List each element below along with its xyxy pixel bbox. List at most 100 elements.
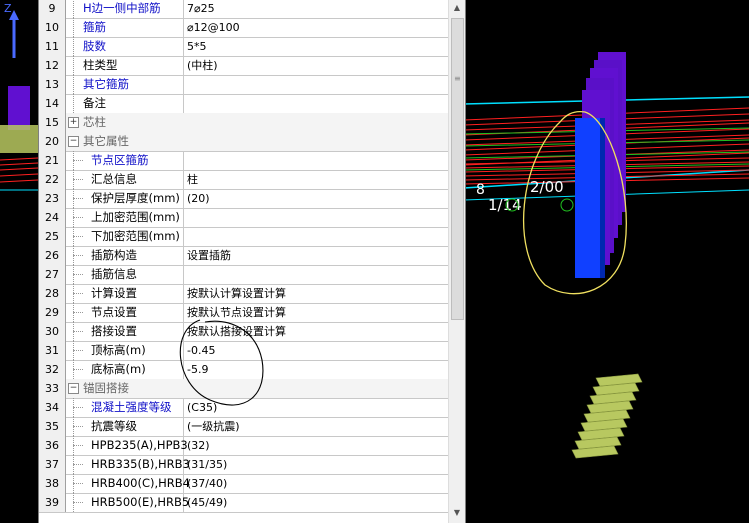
row-number: 15 [39,113,66,132]
property-row[interactable]: 35 抗震等级 (一级抗震) [39,417,449,437]
property-name-cell[interactable]: 混凝土强度等级 [65,398,184,417]
scroll-up-button[interactable]: ▲ [450,0,464,16]
row-number: 14 [39,94,66,113]
property-row[interactable]: 33− 锚固搭接 [39,379,449,399]
property-row[interactable]: 11 肢数 5*5 [39,37,449,57]
property-value[interactable]: 按默认计算设置计算 [187,284,286,303]
property-name-cell[interactable]: + 芯柱 [65,113,183,132]
property-row[interactable]: 34 混凝土强度等级 (C35) [39,398,449,418]
property-name-cell[interactable]: 肢数 [65,37,184,56]
property-row[interactable]: 10 箍筋 ⌀12@100 [39,18,449,38]
row-number: 13 [39,75,66,94]
property-row[interactable]: 30 搭接设置 按默认搭接设置计算 [39,322,449,342]
property-value[interactable]: 按默认节点设置计算 [187,303,286,322]
tree-branch [73,464,83,465]
property-value[interactable]: (45/49) [187,493,227,512]
property-name-cell[interactable]: 备注 [65,94,184,113]
property-value[interactable]: (31/35) [187,455,227,474]
property-name-cell[interactable]: 下加密范围(mm) [65,227,184,246]
property-name: HPB235(A),HPB3 [91,438,188,452]
property-name-cell[interactable]: 抗震等级 [65,417,184,436]
property-row[interactable]: 27 插筋信息 [39,265,449,285]
collapse-icon[interactable]: − [68,383,79,394]
axis-label-partial: 8 [476,182,485,198]
property-name: 芯柱 [83,115,106,129]
property-name-cell[interactable]: 箍筋 [65,18,184,37]
property-name: 保护层厚度(mm) [91,191,180,205]
property-value[interactable]: 柱 [187,170,198,189]
property-row[interactable]: 23 保护层厚度(mm) (20) [39,189,449,209]
tree-branch [73,407,83,408]
scroll-down-button[interactable]: ▼ [450,505,464,521]
property-row[interactable]: 9 H边一侧中部筋 7⌀25 [39,0,449,19]
property-name-cell[interactable]: HRB400(C),HRB4 [65,474,190,493]
property-value[interactable]: (37/40) [187,474,227,493]
property-row[interactable]: 36 HPB235(A),HPB3 (32) [39,436,449,456]
tree-branch [73,179,83,180]
property-name-cell[interactable]: 顶标高(m) [65,341,184,360]
property-name-cell[interactable]: HRB500(E),HRB5 [65,493,189,512]
property-row[interactable]: 21 节点区箍筋 [39,151,449,171]
property-name-cell[interactable]: 节点设置 [65,303,184,322]
property-name-cell[interactable]: 插筋信息 [65,265,184,284]
property-name-cell[interactable]: 搭接设置 [65,322,184,341]
property-row[interactable]: 38 HRB400(C),HRB4 (37/40) [39,474,449,494]
property-name-cell[interactable]: − 锚固搭接 [65,379,183,398]
property-name: 备注 [83,96,106,110]
property-row[interactable]: 32 底标高(m) -5.9 [39,360,449,380]
property-value[interactable]: (一级抗震) [187,417,240,436]
property-name-cell[interactable]: 其它箍筋 [65,75,184,94]
collapse-icon[interactable]: − [68,136,79,147]
property-value[interactable]: 按默认搭接设置计算 [187,322,286,341]
property-value[interactable]: (20) [187,189,210,208]
property-row[interactable]: 20− 其它属性 [39,132,449,152]
blue-column [575,118,603,278]
property-value[interactable]: ⌀12@100 [187,18,240,37]
property-name-cell[interactable]: 汇总信息 [65,170,184,189]
property-row[interactable]: 26 插筋构造 设置插筋 [39,246,449,266]
stirrup-stack [571,373,643,459]
scroll-thumb[interactable]: ≡ [451,18,464,320]
property-name-cell[interactable]: 上加密范围(mm) [65,208,184,227]
property-row[interactable]: 39 HRB500(E),HRB5 (45/49) [39,493,449,513]
property-name-cell[interactable]: 计算设置 [65,284,184,303]
property-value[interactable]: -0.45 [187,341,215,360]
property-value[interactable]: (C35) [187,398,217,417]
property-name-cell[interactable]: HRB335(B),HRB3 [65,455,190,474]
expand-icon[interactable]: + [68,117,79,128]
property-row[interactable]: 31 顶标高(m) -0.45 [39,341,449,361]
property-value[interactable]: (32) [187,436,210,455]
property-name-cell[interactable]: − 其它属性 [65,132,183,151]
property-name-cell[interactable]: 底标高(m) [65,360,184,379]
property-row[interactable]: 13 其它箍筋 [39,75,449,95]
row-number: 24 [39,208,66,227]
tree-branch [73,369,83,370]
property-name-cell[interactable]: H边一侧中部筋 [65,0,184,18]
property-value[interactable]: -5.9 [187,360,208,379]
property-name-cell[interactable]: 柱类型 [65,56,184,75]
tree-line [73,75,74,94]
property-row[interactable]: 28 计算设置 按默认计算设置计算 [39,284,449,304]
property-value[interactable]: 5*5 [187,37,207,56]
tree-branch [73,293,83,294]
property-row[interactable]: 14 备注 [39,94,449,114]
property-name-cell[interactable]: 插筋构造 [65,246,184,265]
axis-marker [560,198,574,212]
property-row[interactable]: 24 上加密范围(mm) [39,208,449,228]
property-value[interactable]: 设置插筋 [187,246,231,265]
property-name-cell[interactable]: HPB235(A),HPB3 [65,436,188,455]
property-row[interactable]: 15 + 芯柱 [39,113,449,133]
vertical-scrollbar[interactable]: ▲ ≡ ▼ [448,0,465,523]
property-row[interactable]: 25 下加密范围(mm) [39,227,449,247]
property-row[interactable]: 12 柱类型 (中柱) [39,56,449,76]
property-value[interactable]: (中柱) [187,56,218,75]
property-row[interactable]: 22 汇总信息 柱 [39,170,449,190]
property-row[interactable]: 29 节点设置 按默认节点设置计算 [39,303,449,323]
property-name-cell[interactable]: 保护层厚度(mm) [65,189,184,208]
property-name-cell[interactable]: 节点区箍筋 [65,151,184,170]
property-value[interactable]: 7⌀25 [187,0,215,18]
property-row[interactable]: 37 HRB335(B),HRB3 (31/35) [39,455,449,475]
property-panel[interactable]: 9 H边一侧中部筋 7⌀25 10 箍筋 ⌀12@100 11 肢数 5*5 12 柱类型 (中柱) 1… [38,0,466,523]
row-number: 39 [39,493,66,512]
row-number: 33 [39,379,66,398]
